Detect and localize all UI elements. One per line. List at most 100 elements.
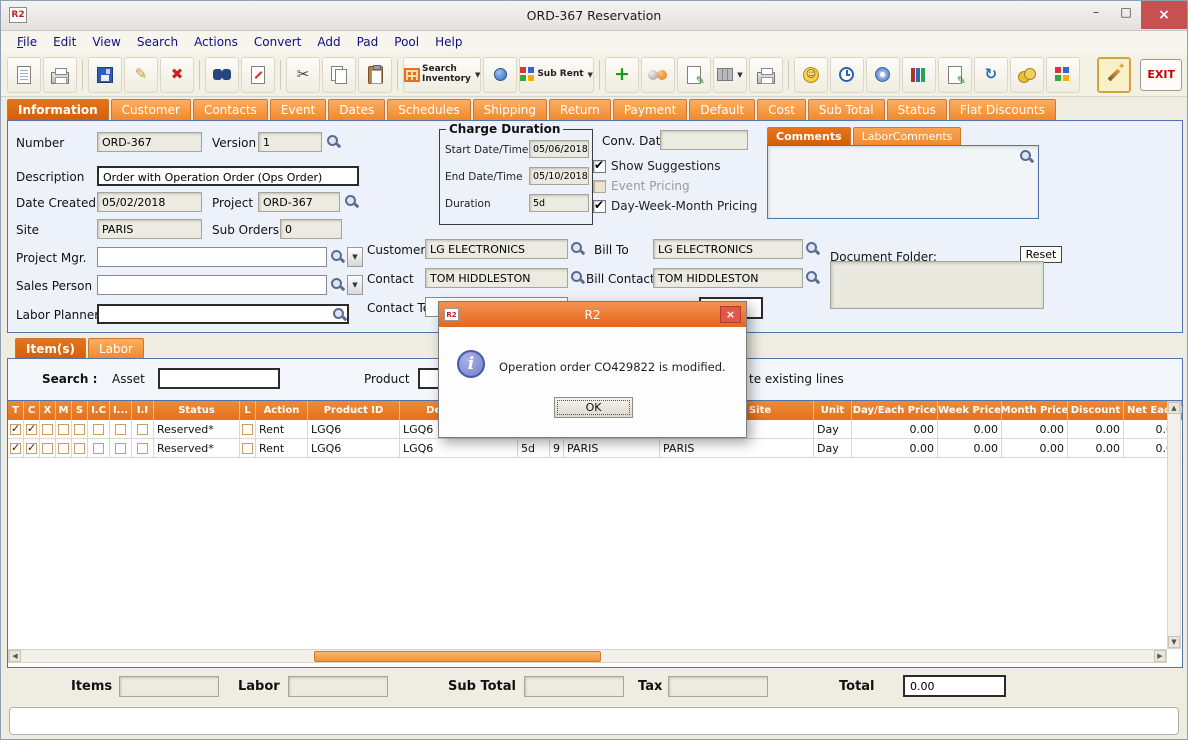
pool-button[interactable] — [641, 57, 675, 93]
cell-c[interactable] — [24, 420, 40, 438]
contact-field[interactable]: TOM HIDDLESTON — [425, 268, 568, 288]
cell-s[interactable] — [72, 420, 88, 438]
cell-x[interactable] — [40, 439, 56, 457]
paste-button[interactable] — [358, 57, 392, 93]
find-replace-button[interactable] — [241, 57, 275, 93]
labor-planner-field[interactable] — [97, 304, 349, 324]
sub-orders-field[interactable]: 0 — [280, 219, 342, 239]
tab-status[interactable]: Status — [887, 99, 947, 120]
horizontal-scrollbar[interactable] — [8, 649, 1167, 663]
print-button[interactable] — [43, 57, 77, 93]
tab-event[interactable]: Event — [270, 99, 326, 120]
history-button[interactable] — [830, 57, 864, 93]
scroll-up-button[interactable] — [1168, 402, 1180, 414]
menu-convert[interactable]: Convert — [246, 33, 309, 51]
project-search-icon[interactable] — [344, 194, 359, 209]
column-header-c[interactable]: C — [24, 401, 40, 420]
comments-textarea[interactable] — [767, 145, 1039, 219]
menu-edit[interactable]: Edit — [45, 33, 84, 51]
exit-button[interactable]: EXIT — [1140, 59, 1182, 91]
project-field[interactable]: ORD-367 — [258, 192, 340, 212]
cell-i2[interactable] — [110, 439, 132, 457]
tab-items[interactable]: Item(s) — [15, 338, 86, 358]
smiley-button[interactable]: ☺ — [794, 57, 828, 93]
column-header-action[interactable]: Action — [256, 401, 308, 420]
cell-l[interactable] — [240, 420, 256, 438]
column-header-i2[interactable]: I... — [110, 401, 132, 420]
tab-dates[interactable]: Dates — [328, 99, 385, 120]
cell-i2[interactable] — [110, 420, 132, 438]
cell-ii[interactable] — [132, 420, 154, 438]
customer-search-icon[interactable] — [570, 241, 585, 256]
maximize-button[interactable]: □ — [1111, 1, 1141, 23]
project-mgr-dropdown[interactable] — [347, 247, 363, 267]
cell-c[interactable] — [24, 439, 40, 457]
row-checkbox-ii[interactable] — [137, 443, 148, 454]
contact-search-icon[interactable] — [570, 270, 585, 285]
tab-payment[interactable]: Payment — [613, 99, 688, 120]
chevron-down-icon[interactable] — [588, 71, 593, 79]
new-document-button[interactable] — [7, 57, 41, 93]
scroll-right-button[interactable] — [1154, 650, 1166, 662]
cell-m[interactable] — [56, 439, 72, 457]
project-mgr-search-icon[interactable] — [330, 249, 345, 264]
menu-help[interactable]: Help — [427, 33, 470, 51]
show-suggestions-checkbox[interactable] — [593, 160, 606, 173]
column-header-day_price[interactable]: Day/Each Price — [852, 401, 938, 420]
column-header-ic[interactable]: I.C — [88, 401, 110, 420]
row-checkbox-s[interactable] — [74, 443, 85, 454]
menu-pad[interactable]: Pad — [349, 33, 387, 51]
menu-pool[interactable]: Pool — [386, 33, 427, 51]
tab-default[interactable]: Default — [689, 99, 755, 120]
bill-to-field[interactable]: LG ELECTRONICS — [653, 239, 803, 259]
chevron-down-icon[interactable] — [737, 71, 742, 79]
tab-flat-discounts[interactable]: Flat Discounts — [949, 99, 1056, 120]
version-search-icon[interactable] — [326, 134, 341, 149]
tab-comments[interactable]: Comments — [767, 127, 851, 145]
sales-person-search-icon[interactable] — [330, 277, 345, 292]
column-header-t[interactable]: T — [8, 401, 24, 420]
cell-s[interactable] — [72, 439, 88, 457]
tab-contacts[interactable]: Contacts — [193, 99, 268, 120]
site-field[interactable]: PARIS — [97, 219, 202, 239]
end-date-field[interactable]: 05/10/2018 — [529, 167, 589, 185]
refresh-button[interactable]: ↻ — [974, 57, 1008, 93]
save-button[interactable] — [88, 57, 122, 93]
column-header-x[interactable]: X — [40, 401, 56, 420]
tab-cost[interactable]: Cost — [757, 99, 806, 120]
row-checkbox-l[interactable] — [242, 443, 253, 454]
tab-labor[interactable]: Labor — [88, 338, 144, 358]
scrollbar-thumb[interactable] — [314, 651, 601, 662]
row-checkbox-m[interactable] — [58, 424, 69, 435]
cut-button[interactable]: ✂ — [286, 57, 320, 93]
labor-planner-search-icon[interactable] — [332, 307, 347, 322]
cubes-button[interactable] — [1046, 57, 1080, 93]
number-field[interactable]: ORD-367 — [97, 132, 202, 152]
asset-search-input[interactable] — [158, 368, 280, 389]
comments-search-icon[interactable] — [1019, 149, 1034, 164]
tab-labor-comments[interactable]: LaborComments — [853, 127, 962, 145]
tab-return[interactable]: Return — [549, 99, 611, 120]
batch-button[interactable] — [713, 57, 747, 93]
edit-note-button[interactable] — [677, 57, 711, 93]
column-header-status[interactable]: Status — [154, 401, 240, 420]
bill-contact-field[interactable]: TOM HIDDLESTON — [653, 268, 803, 288]
menu-file[interactable]: File — [9, 33, 45, 51]
column-header-unit[interactable]: Unit — [814, 401, 852, 420]
sales-person-dropdown[interactable] — [347, 275, 363, 295]
disc-button[interactable] — [866, 57, 900, 93]
sub-rent-button[interactable]: Sub Rent — [519, 57, 594, 93]
money-button[interactable] — [1010, 57, 1044, 93]
column-header-month_price[interactable]: Month Price — [1002, 401, 1068, 420]
add-button[interactable]: + — [605, 57, 639, 93]
date-created-field[interactable]: 05/02/2018 — [97, 192, 202, 212]
highlight-wand-button[interactable] — [1097, 57, 1131, 93]
tab-schedules[interactable]: Schedules — [387, 99, 470, 120]
table-row[interactable]: Reserved*RentLGQ6LGQ65d9PARISPARISDay0.0… — [8, 439, 1183, 458]
row-checkbox-s[interactable] — [74, 424, 85, 435]
cell-ic[interactable] — [88, 420, 110, 438]
ok-button[interactable]: OK — [554, 397, 633, 418]
vertical-scrollbar[interactable] — [1167, 401, 1181, 649]
row-checkbox-ic[interactable] — [93, 443, 104, 454]
books-button[interactable] — [902, 57, 936, 93]
